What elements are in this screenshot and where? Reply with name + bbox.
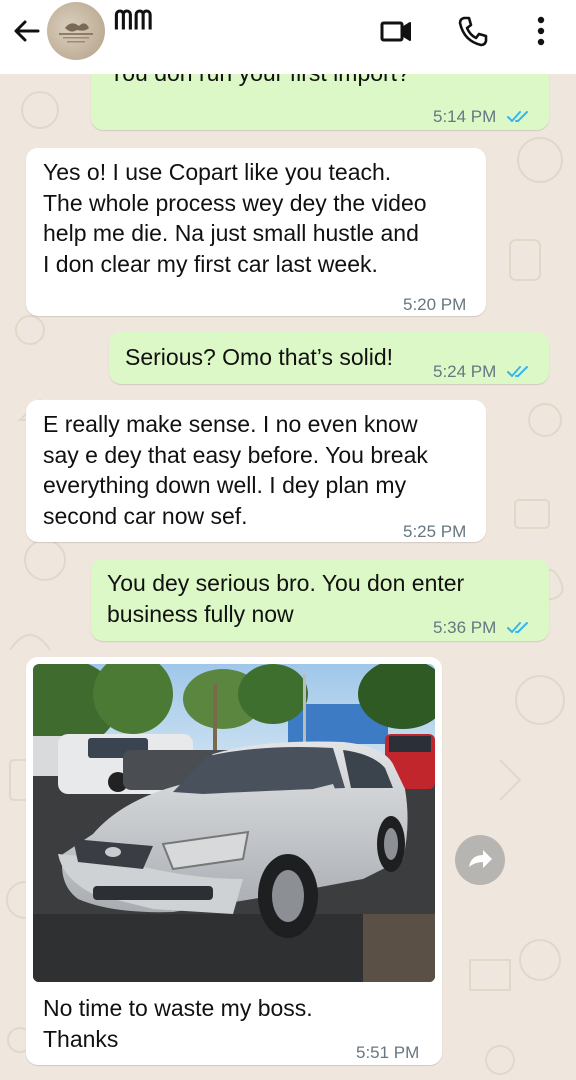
message-line: The whole process wey dey the video — [43, 189, 427, 216]
more-vert-icon[interactable] — [524, 14, 558, 48]
message-time: 5:20 PM — [403, 295, 467, 314]
car-photo-image — [33, 664, 435, 982]
video-call-icon[interactable] — [379, 14, 413, 48]
message-bubble-outgoing[interactable]: You dey serious bro. You don enter busin… — [91, 559, 549, 641]
message-meta: 5:36 PM — [433, 613, 531, 644]
read-ticks-icon — [507, 622, 529, 633]
message-line: help me die. Na just small hustle and — [43, 220, 419, 246]
message-meta: 5:14 PM — [433, 102, 531, 133]
message-line: I don clear my first car last week. — [43, 250, 378, 277]
message-time: 5:36 PM — [433, 618, 497, 637]
message-bubble-incoming[interactable]: E really make sense. I no even know say … — [26, 400, 486, 542]
message-line: Yes o! I use Copart like you teach. — [43, 159, 392, 185]
message-bubble-incoming[interactable]: Yes o! I use Copart like you teach. The … — [26, 148, 486, 316]
message-meta: 5:24 PM — [433, 357, 531, 388]
chat-header: ᗰᗰ — [0, 0, 576, 74]
car-photo[interactable] — [33, 664, 435, 982]
message-line: say e dey that easy before. You break — [43, 441, 428, 468]
message-time: 5:25 PM — [403, 522, 467, 541]
avatar[interactable] — [47, 2, 105, 60]
message-time: 5:24 PM — [433, 362, 497, 381]
message-time: 5:51 PM — [356, 1043, 420, 1062]
message-time: 5:14 PM — [433, 107, 497, 126]
read-ticks-icon — [507, 366, 529, 377]
forward-icon — [469, 850, 492, 868]
read-ticks-icon — [507, 111, 529, 122]
message-line: You dey serious bro. You don enter — [107, 570, 465, 596]
message-line: No time to waste my boss. — [43, 995, 313, 1021]
contact-name[interactable]: ᗰᗰ — [114, 6, 154, 37]
message-line: E really make sense. I no even know — [43, 411, 418, 437]
message-line: business fully now — [107, 600, 294, 627]
message-line: everything down well. I dey plan my — [43, 472, 407, 498]
forward-button[interactable] — [455, 835, 505, 885]
avatar-logo-icon — [59, 23, 93, 43]
message-bubble-outgoing[interactable]: Serious? Omo that’s solid! 5:24 PM — [109, 332, 549, 384]
back-arrow-icon[interactable] — [10, 14, 44, 48]
message-text: Serious? Omo that’s solid! — [125, 344, 394, 370]
message-line: Thanks — [43, 1025, 119, 1052]
phone-icon[interactable] — [456, 14, 490, 48]
message-line: second car now sef. — [43, 502, 248, 529]
